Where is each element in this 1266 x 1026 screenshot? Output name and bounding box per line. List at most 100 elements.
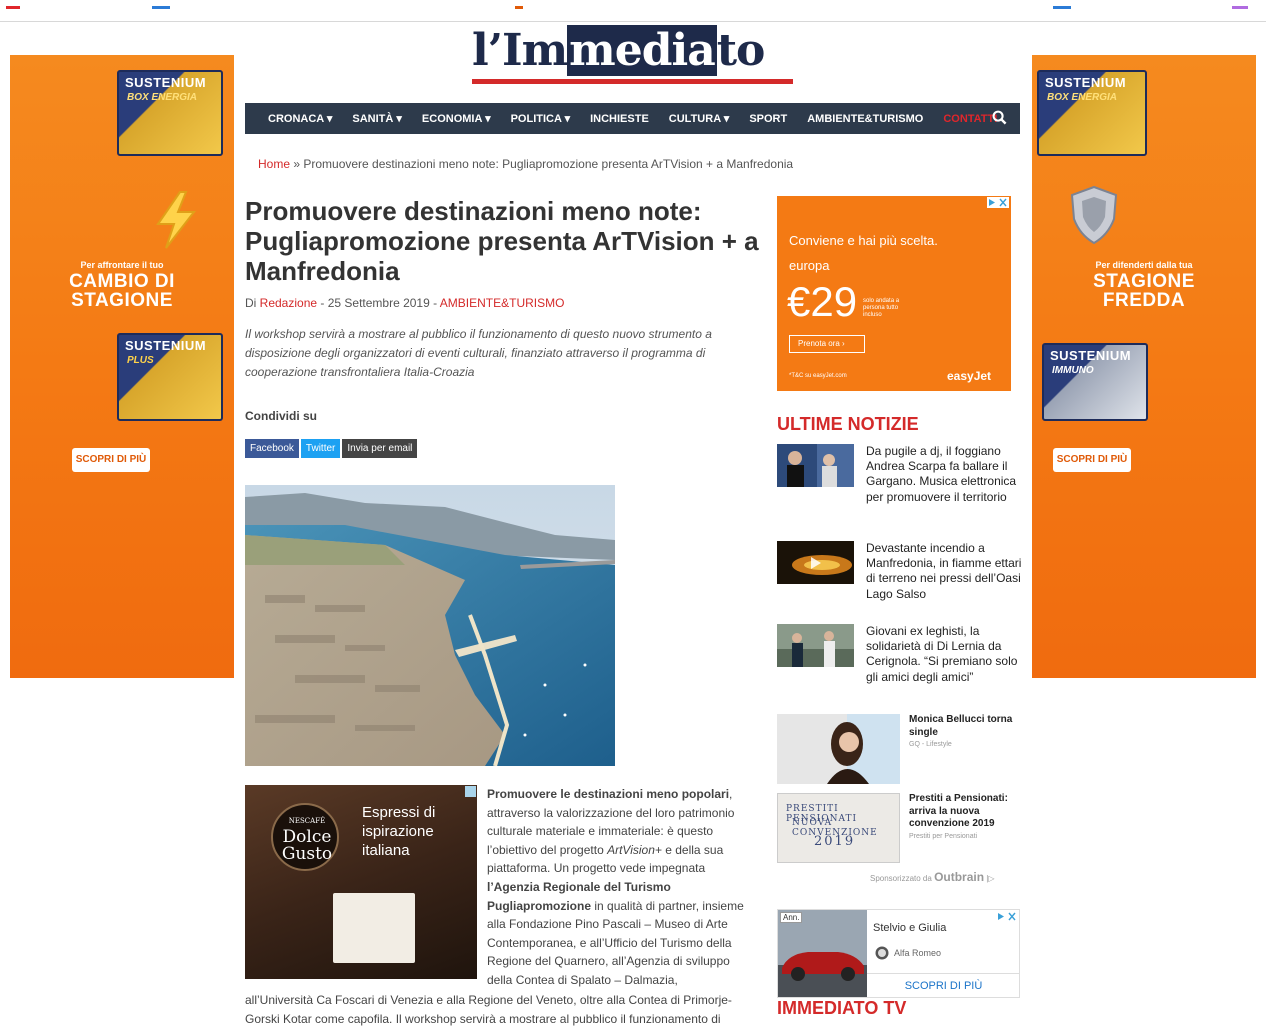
product-box-plus: SUSTENIUM PLUS — [117, 333, 223, 421]
ad-book-button[interactable]: Prenota ora › — [789, 335, 865, 353]
ad-brand-label: SUSTENIUM — [1050, 348, 1132, 363]
nav-item-economia[interactable]: ECONOMIA ▾ — [422, 112, 491, 125]
news-item[interactable]: Devastante incendio a Manfredonia, in fi… — [777, 541, 1022, 617]
adchoices-icon: |▷ — [984, 874, 995, 883]
ad-brand-label: SUSTENIUM — [1045, 75, 1127, 90]
article-body-continued: all’Università Ca Foscari di Venezia e a… — [245, 993, 732, 1026]
inline-ad-dolce-gusto[interactable]: NESCAFÉ Dolce Gusto Espressi di ispirazi… — [245, 785, 477, 979]
product-box: SUSTENIUM BOX ENERGIA — [117, 70, 223, 156]
right-skin-ad[interactable]: SUSTENIUM BOX ENERGIA Per difenderti dal… — [1032, 55, 1256, 678]
nav-item-contatti[interactable]: CONTATTI — [943, 113, 997, 125]
news-thumbnail — [777, 541, 854, 584]
adchoices-icon[interactable] — [996, 911, 1018, 922]
outbrain-thumbnail — [777, 714, 900, 784]
ad-sub-label: BOX ENERGIA — [127, 92, 198, 103]
byline-prefix: Di — [245, 296, 260, 310]
author-link[interactable]: Redazione — [260, 296, 317, 310]
breadcrumb-current: Promuovere destinazioni meno note: Pugli… — [303, 157, 794, 171]
nav-item-sport[interactable]: SPORT — [749, 113, 787, 125]
left-skin-ad[interactable]: SUSTENIUM BOX ENERGIA Per affrontare il … — [10, 55, 234, 678]
logo-text-highlight: media — [567, 25, 717, 76]
ad-badge: Ann. — [780, 912, 803, 923]
news-headline: Da pugile a dj, il foggiano Andrea Scarp… — [866, 444, 1017, 504]
outbrain-item[interactable]: Monica Bellucci torna single GQ - Lifest… — [777, 714, 1022, 786]
outbrain-footer[interactable]: Sponsorizzato da Outbrain |▷ — [870, 870, 995, 884]
ad-brand-label: Alfa Romeo — [894, 948, 942, 958]
dolce-gusto-logo: NESCAFÉ Dolce Gusto — [271, 803, 339, 871]
adchoices-icon[interactable] — [987, 197, 1009, 208]
easyjet-ad[interactable]: Conviene e hai più scelta. europa €29 so… — [777, 196, 1011, 391]
alfa-romeo-ad[interactable]: Ann. Stelvio e Giulia Alfa Romeo SCOPRI … — [777, 909, 1020, 998]
ad-tagline: Per affrontare il tuo — [80, 260, 164, 270]
top-strip — [0, 0, 1266, 22]
news-item[interactable]: Giovani ex leghisti, la solidarietà di D… — [777, 624, 1022, 700]
article-date: - 25 Settembre 2019 - — [317, 296, 440, 310]
body-lead: Promuovere le destinazioni meno popolari — [487, 787, 730, 801]
lightning-icon — [156, 191, 197, 249]
outbrain-title: Prestiti a Pensionati: arriva la nuova c… — [909, 793, 1022, 843]
right-ad-cta-button[interactable]: SCOPRI DI PIÙ — [1053, 448, 1131, 472]
nav-item-sanita[interactable]: SANITÀ ▾ — [352, 112, 402, 125]
news-thumbnail — [777, 444, 854, 487]
ad-price: €29 — [787, 278, 858, 325]
outbrain-thumbnail: PRESTITI PENSIONATI NUOVA CONVENZIONE 20… — [777, 793, 900, 863]
page: { "logo": {"pre": "l’Im", "highlight": "… — [0, 0, 1266, 1026]
nav-item-politica[interactable]: POLITICA ▾ — [511, 112, 571, 125]
product-box-immuno: SUSTENIUM IMMUNO — [1042, 343, 1148, 421]
nav-item-ambiente-turismo[interactable]: AMBIENTE&TURISMO — [807, 113, 923, 125]
ad-text: europa — [789, 258, 830, 273]
ad-brand-label: SUSTENIUM — [125, 338, 207, 353]
share-buttons: Facebook Twitter Invia per email — [245, 439, 418, 458]
sponsored-label: Sponsorizzato da — [870, 874, 932, 883]
ad-tagline: Per difenderti dalla tua — [1095, 260, 1193, 270]
product-box: SUSTENIUM BOX ENERGIA — [1037, 70, 1147, 156]
ad-brand-label: SUSTENIUM — [125, 75, 207, 90]
nav-item-inchieste[interactable]: INCHIESTE — [590, 113, 649, 125]
outbrain-source: Prestiti per Pensionati — [909, 832, 978, 840]
ad-fine-print: solo andata a persona tutto incluso — [863, 298, 900, 318]
category-link[interactable]: AMBIENTE&TURISMO — [440, 296, 565, 310]
logo-underline — [472, 79, 793, 84]
outbrain-item[interactable]: PRESTITI PENSIONATI NUOVA CONVENZIONE 20… — [777, 793, 1022, 865]
outbrain-title: Monica Bellucci torna single GQ - Lifest… — [909, 714, 1022, 752]
breadcrumb-separator: » — [290, 157, 304, 171]
ad-sub-label: IMMUNO — [1052, 365, 1094, 376]
immediato-tv-heading: IMMEDIATO TV — [777, 998, 907, 1018]
share-label: Condividi su — [245, 409, 317, 423]
news-thumbnail — [777, 624, 854, 667]
ad-cta-button[interactable]: SCOPRI DI PIÙ — [867, 973, 1019, 997]
car-image — [778, 910, 867, 997]
ad-sub-label: BOX ENERGIA — [1047, 92, 1118, 103]
nav-item-cronaca[interactable]: CRONACA ▾ — [268, 112, 332, 125]
left-ad-cta-button[interactable]: SCOPRI DI PIÙ — [72, 448, 150, 472]
breadcrumb: Home » Promuovere destinazioni meno note… — [258, 157, 793, 171]
ad-text: Conviene e hai più scelta. — [789, 233, 938, 248]
news-item[interactable]: Da pugile a dj, il foggiano Andrea Scarp… — [777, 444, 1022, 520]
breadcrumb-home-link[interactable]: Home — [258, 157, 290, 171]
logo-text-pre: l’Im — [472, 25, 568, 76]
body-italic: ArtVision+ — [607, 842, 662, 857]
search-icon[interactable] — [992, 110, 1007, 125]
main-nav: CRONACA ▾ SANITÀ ▾ ECONOMIA ▾ POLITICA ▾… — [245, 103, 1020, 134]
site-logo[interactable]: l’Immediato — [472, 25, 765, 76]
share-email-button[interactable]: Invia per email — [342, 439, 418, 458]
share-facebook-button[interactable]: Facebook — [245, 439, 299, 458]
ad-headline-1: CAMBIO DI — [69, 271, 175, 292]
ad-terms: *T&C su easyJet.com — [789, 373, 847, 379]
adchoices-icon[interactable] — [465, 786, 476, 797]
ad-brand-label: Gusto — [281, 844, 333, 864]
article-byline: Di Redazione - 25 Settembre 2019 - AMBIE… — [245, 296, 564, 310]
shield-icon — [1070, 185, 1118, 245]
ad-headline-2: STAGIONE — [71, 290, 173, 311]
share-twitter-button[interactable]: Twitter — [300, 439, 341, 458]
ad-sub-label: PLUS — [127, 355, 154, 366]
article-body: Promuovere le destinazioni meno popolari… — [487, 785, 752, 990]
nav-item-cultura[interactable]: CULTURA ▾ — [669, 112, 730, 125]
news-headline: Devastante incendio a Manfredonia, in fi… — [866, 541, 1022, 601]
article-hero-image — [245, 485, 615, 766]
product-box — [333, 893, 415, 963]
thumbnail-text: 2019 — [814, 834, 856, 849]
ultime-notizie-heading: ULTIME NOTIZIE — [777, 414, 919, 434]
news-headline: Giovani ex leghisti, la solidarietà di D… — [866, 624, 1018, 684]
ad-headline-2: FREDDA — [1102, 290, 1186, 311]
